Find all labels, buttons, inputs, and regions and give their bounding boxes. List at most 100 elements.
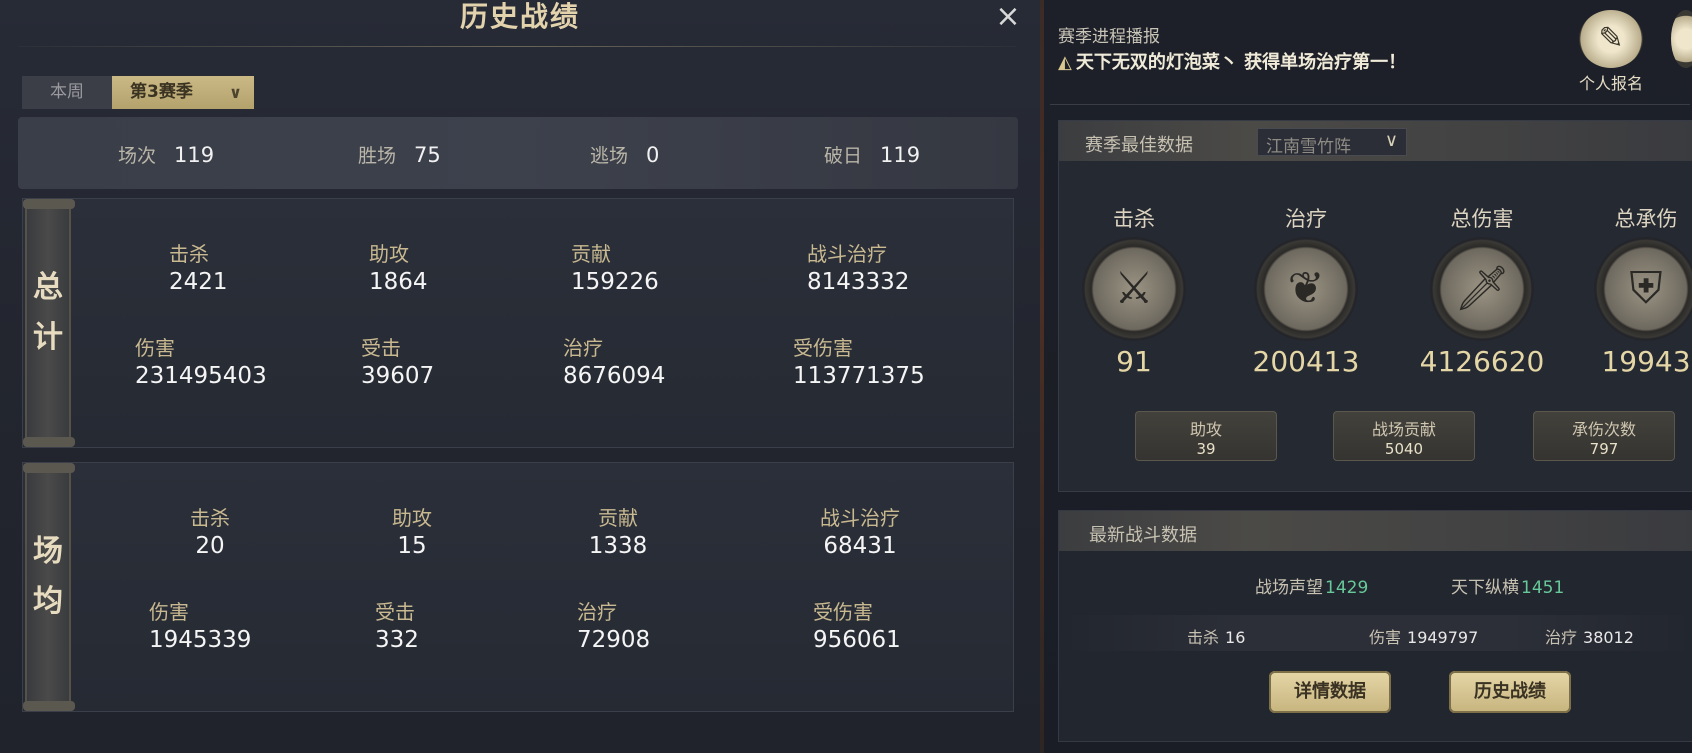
- stat-label: 受击: [375, 600, 415, 624]
- stat-assists: 助攻 1864: [369, 241, 428, 297]
- stat-value: 8143332: [807, 269, 910, 295]
- broadcast-text: 天下无双的灯泡菜丶 获得单场治疗第一！: [1075, 52, 1407, 73]
- battle-damage: 伤害 1949797: [1369, 624, 1478, 648]
- history-record-button[interactable]: 历史战绩: [1449, 671, 1571, 713]
- stat-label: 贡献: [598, 506, 638, 530]
- scroll-ornament: [23, 463, 75, 473]
- stat-hits-taken: 受击 39607: [361, 335, 434, 391]
- broadcast-title: 赛季进程播报: [1058, 27, 1160, 47]
- avg-stat-kills: 击杀 20: [175, 505, 245, 561]
- tab-season-label: 第3赛季: [130, 82, 193, 102]
- avg-stat-assists: 助攻 15: [377, 505, 447, 561]
- stat-value: 2421: [169, 269, 228, 295]
- next-button-partial[interactable]: [1666, 10, 1692, 92]
- battle-label: 治疗: [1545, 628, 1578, 647]
- season-best-title: 赛季最佳数据: [1085, 135, 1193, 156]
- reputation-battlefield: 战场声望 1429: [1255, 573, 1368, 598]
- shield-icon: ⛨: [1594, 237, 1692, 341]
- partial-icon: [1671, 10, 1692, 68]
- mini-label: 助攻: [1189, 420, 1222, 439]
- summary-value: 119: [174, 143, 215, 167]
- stat-label: 助攻: [392, 506, 432, 530]
- summary-value: 75: [414, 143, 441, 167]
- battle-value: 1949797: [1407, 628, 1479, 647]
- battle-kills: 击杀 16: [1187, 624, 1245, 648]
- average-tag-label: 场均: [33, 534, 63, 619]
- stat-value: 1338: [588, 533, 648, 559]
- rep-value: 1429: [1325, 578, 1369, 598]
- latest-battle-header: 最新战斗数据: [1059, 511, 1692, 551]
- stat-label: 助攻: [369, 242, 409, 266]
- total-tag-label: 总计: [33, 270, 63, 355]
- mini-label: 承伤次数: [1571, 420, 1636, 439]
- signup-label: 个人报名: [1578, 74, 1643, 93]
- stat-label: 治疗: [563, 336, 603, 360]
- lotus-icon: ❦: [1254, 237, 1358, 341]
- mini-value: 39: [1196, 440, 1216, 458]
- average-section: 场均 击杀 20 助攻 15 贡献 1338 战斗治疗 68431 伤害 1945339 …: [22, 462, 1014, 712]
- stat-label: 伤害: [149, 600, 189, 624]
- history-title: 历史战绩: [459, 0, 580, 33]
- stat-label: 击杀: [190, 506, 230, 530]
- signup-button[interactable]: ✎ 个人报名: [1566, 10, 1656, 93]
- stat-value: 1864: [369, 269, 428, 295]
- medal-value: 200413: [1252, 345, 1360, 378]
- title-divider: [18, 46, 1016, 47]
- medal-total-taken: 总承伤 ⛨ 19943: [1571, 203, 1692, 378]
- medal-label: 总伤害: [1450, 207, 1514, 231]
- stat-value: 15: [397, 533, 427, 559]
- summary-label: 场次: [118, 145, 157, 167]
- header-divider: [1050, 104, 1690, 105]
- chevron-down-icon: ∨: [1384, 130, 1398, 151]
- stat-value: 39607: [361, 363, 435, 389]
- summary-value: 0: [646, 143, 660, 167]
- mini-value: 797: [1589, 440, 1619, 458]
- latest-battle-box: 最新战斗数据 战场声望 1429 天下纵横 1451 击杀 16 伤害 1949797 …: [1058, 510, 1692, 742]
- stat-label: 伤害: [135, 336, 175, 360]
- stat-value: 72908: [577, 627, 651, 653]
- summary-label: 胜场: [358, 145, 397, 167]
- battle-value: 38012: [1583, 628, 1634, 647]
- medal-heal: 治疗 ❦ 200413: [1231, 203, 1381, 378]
- medal-value: 19943: [1601, 345, 1691, 378]
- rep-label: 天下纵横: [1451, 578, 1519, 598]
- total-section: 总计 击杀 2421 助攻 1864 贡献 159226 战斗治疗 8143332 伤害…: [22, 198, 1014, 448]
- season-panel: 赛季进程播报 ◭ 天下无双的灯泡菜丶 获得单场治疗第一！ ✎ 个人报名 赛季最佳数…: [1044, 0, 1692, 753]
- battle-heal: 治疗 38012: [1545, 624, 1634, 648]
- summary-wins: 胜场 75: [358, 141, 441, 168]
- stat-label: 受伤害: [813, 600, 873, 624]
- rep-value: 1451: [1521, 578, 1565, 598]
- tab-season-dropdown[interactable]: 第3赛季 ∨: [112, 76, 254, 109]
- map-dropdown[interactable]: 江南雪竹阵 ∨: [1257, 128, 1407, 157]
- stat-label: 受击: [361, 336, 401, 360]
- stat-value: 8676094: [563, 363, 666, 389]
- mini-value: 5040: [1384, 440, 1424, 458]
- battle-label: 伤害: [1369, 628, 1402, 647]
- close-icon[interactable]: ×: [992, 2, 1024, 34]
- avg-stat-hits-taken: 受击 332: [375, 599, 419, 655]
- crossed-swords-icon: ⚔: [1082, 237, 1186, 341]
- stat-value: 1945339: [149, 627, 252, 653]
- avg-stat-damage: 伤害 1945339: [149, 599, 251, 655]
- medal-label: 治疗: [1285, 207, 1327, 231]
- stat-combat-heal: 战斗治疗 8143332: [807, 241, 909, 297]
- reputation-tianxia: 天下纵横 1451: [1451, 573, 1564, 598]
- stat-label: 贡献: [571, 242, 611, 266]
- summary-label: 逃场: [590, 145, 629, 167]
- season-best-box: 赛季最佳数据 江南雪竹阵 ∨ 击杀 ⚔ 91 治疗 ❦ 200413 总伤害 🗡…: [1058, 120, 1692, 492]
- rep-label: 战场声望: [1255, 578, 1323, 598]
- season-best-header: 赛季最佳数据 江南雪竹阵 ∨: [1059, 121, 1692, 161]
- scroll-ornament: [23, 701, 75, 711]
- broadcast-message: ◭ 天下无双的灯泡菜丶 获得单场治疗第一！: [1058, 48, 1406, 74]
- chevron-down-icon: ∨: [229, 83, 242, 102]
- summary-escapes: 逃场 0: [590, 141, 659, 168]
- medal-total-damage: 总伤害 🗡 4126620: [1407, 203, 1557, 378]
- details-button[interactable]: 详情数据: [1269, 671, 1391, 713]
- map-dropdown-value: 江南雪竹阵: [1266, 137, 1351, 157]
- summary-label: 破日: [824, 145, 863, 167]
- scroll-ornament: [23, 437, 75, 447]
- scroll-ornament: [23, 199, 75, 209]
- tab-this-week[interactable]: 本周: [22, 76, 112, 109]
- summary-matches: 场次 119: [118, 141, 214, 168]
- medal-value: 4126620: [1419, 345, 1545, 378]
